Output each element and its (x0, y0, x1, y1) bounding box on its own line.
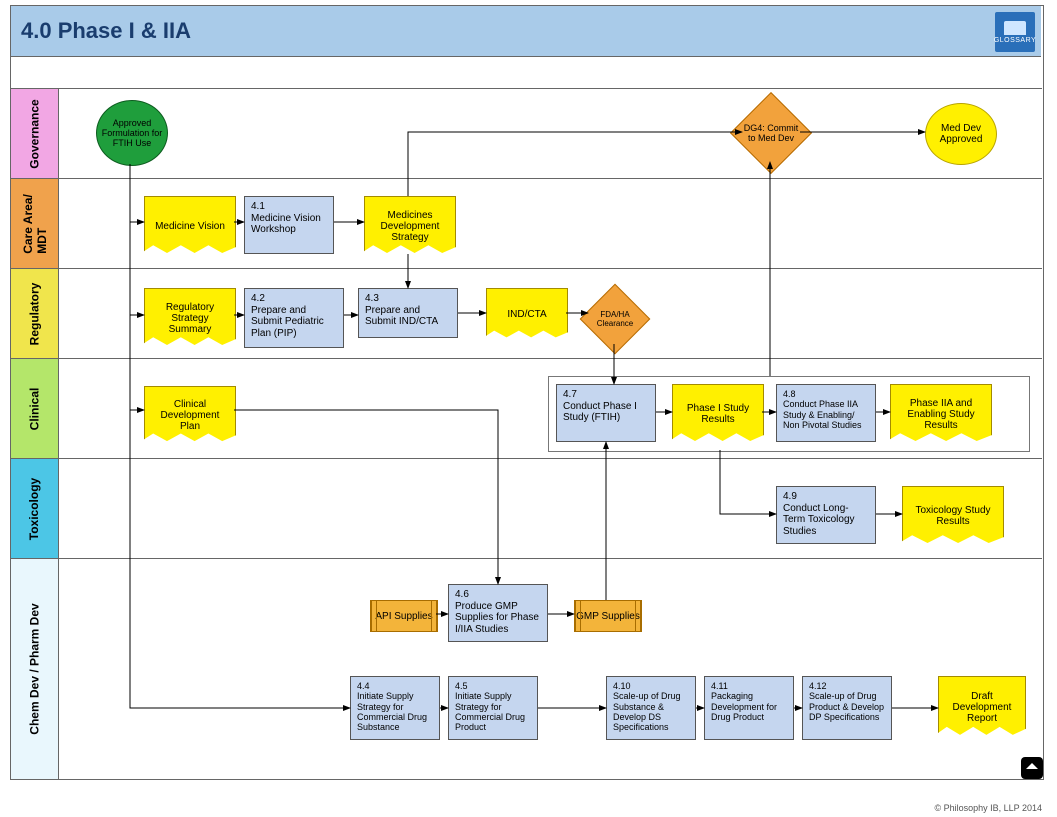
lane-regulatory-label: Regulatory (28, 283, 42, 346)
api-label: API Supplies (375, 611, 432, 622)
fda-label: FDA/HA Clearance (591, 310, 639, 328)
start-node[interactable]: Approved Formulation for FTIH Use (96, 100, 168, 166)
lane-chem-label: Chem Dev / Pharm Dev (28, 603, 42, 734)
phase1-results-label: Phase I Study Results (673, 385, 763, 443)
lane-governance-label: Governance (28, 99, 42, 168)
glossary-button[interactable]: GLOSSARY (995, 12, 1035, 52)
gmp-supplies[interactable]: GMP Supplies (574, 600, 642, 632)
lane-clinical: Clinical (11, 358, 59, 459)
lane-toxicology-label: Toxicology (28, 478, 42, 540)
meddev-approved[interactable]: Med Dev Approved (925, 103, 997, 165)
node-4-11[interactable]: 4.11 Packaging Development for Drug Prod… (704, 676, 794, 740)
med-strategy-label: Medicines Development Strategy (365, 197, 455, 255)
fda-clearance[interactable]: FDA/HA Clearance (590, 294, 638, 342)
dg4-decision[interactable]: DG4: Commit to Med Dev (742, 104, 798, 160)
lane-chem: Chem Dev / Pharm Dev (11, 558, 59, 780)
node-4-8[interactable]: 4.8 Conduct Phase IIA Study & Enabling/ … (776, 384, 876, 442)
node-4-9[interactable]: 4.9 Conduct Long-Term Toxicology Studies (776, 486, 876, 544)
lane-clinical-label: Clinical (28, 388, 42, 431)
tox-results-doc[interactable]: Toxicology Study Results (902, 486, 1004, 546)
node-4-2[interactable]: 4.2 Prepare and Submit Pediatric Plan (P… (244, 288, 344, 348)
node-4-10[interactable]: 4.10 Scale-up of Drug Substance & Develo… (606, 676, 696, 740)
lane-governance: Governance (11, 88, 59, 179)
clinical-plan-doc[interactable]: Clinical Development Plan (144, 386, 236, 444)
reg-summary-label: Regulatory Strategy Summary (145, 289, 235, 347)
tox-results-label: Toxicology Study Results (903, 487, 1003, 545)
page-title: 4.0 Phase I & IIA (11, 18, 191, 44)
node-4-12[interactable]: 4.12 Scale-up of Drug Product & Develop … (802, 676, 892, 740)
node-4-1[interactable]: 4.1 Medicine Vision Workshop (244, 196, 334, 254)
title-bar: 4.0 Phase I & IIA GLOSSARY (11, 6, 1041, 57)
start-label: Approved Formulation for FTIH Use (97, 118, 167, 148)
lane-care-label: Care Area/ MDT (21, 194, 49, 254)
phase1-results-doc[interactable]: Phase I Study Results (672, 384, 764, 444)
book-icon (1004, 21, 1026, 35)
meddev-label: Med Dev Approved (926, 123, 996, 145)
indcta-doc[interactable]: IND/CTA (486, 288, 568, 340)
lane-area-chem (58, 558, 1042, 779)
node-4-3[interactable]: 4.3 Prepare and Submit IND/CTA (358, 288, 458, 338)
swimlane-diagram: 4.0 Phase I & IIA GLOSSARY Governance Ca… (0, 0, 1057, 817)
node-4-6[interactable]: 4.6 Produce GMP Supplies for Phase I/IIA… (448, 584, 548, 642)
home-icon[interactable] (1021, 757, 1043, 779)
lane-area-governance (58, 88, 1042, 179)
med-strategy-doc[interactable]: Medicines Development Strategy (364, 196, 456, 256)
lane-toxicology: Toxicology (11, 458, 59, 559)
copyright-footer: © Philosophy IB, LLP 2014 (0, 803, 1042, 813)
node-4-5[interactable]: 4.5 Initiate Supply Strategy for Commerc… (448, 676, 538, 740)
node-4-4[interactable]: 4.4 Initiate Supply Strategy for Commerc… (350, 676, 440, 740)
medicine-vision-doc[interactable]: Medicine Vision (144, 196, 236, 256)
draft-report-doc[interactable]: Draft Development Report (938, 676, 1026, 738)
dg4-label: DG4: Commit to Med Dev (743, 123, 799, 143)
medicine-vision-label: Medicine Vision (145, 197, 235, 255)
lane-regulatory: Regulatory (11, 268, 59, 359)
clinical-plan-label: Clinical Development Plan (145, 387, 235, 443)
phase2-results-label: Phase IIA and Enabling Study Results (891, 385, 991, 443)
indcta-label: IND/CTA (487, 289, 567, 339)
reg-summary-doc[interactable]: Regulatory Strategy Summary (144, 288, 236, 348)
lane-care: Care Area/ MDT (11, 178, 59, 269)
gmp-label: GMP Supplies (576, 611, 640, 622)
draft-report-label: Draft Development Report (939, 677, 1025, 737)
api-supplies[interactable]: API Supplies (370, 600, 438, 632)
phase2-results-doc[interactable]: Phase IIA and Enabling Study Results (890, 384, 992, 444)
lane-area-toxicology (58, 458, 1042, 559)
node-4-7[interactable]: 4.7 Conduct Phase I Study (FTIH) (556, 384, 656, 442)
glossary-label: GLOSSARY (994, 37, 1036, 44)
